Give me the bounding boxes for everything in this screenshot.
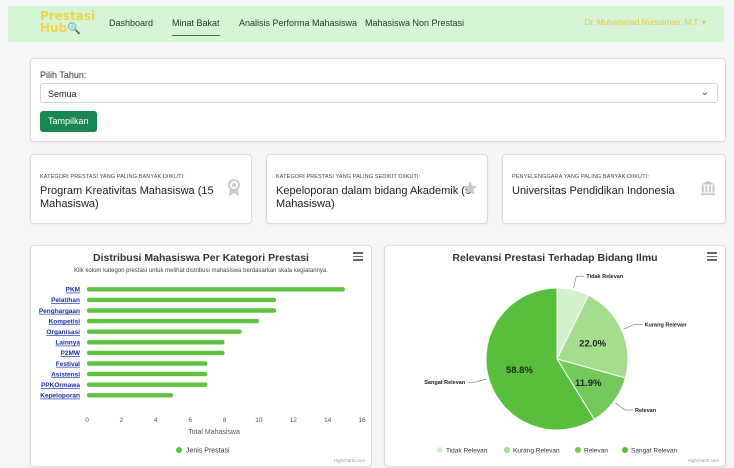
stat-caption: KATEGORI PRESTASI YANG PALING SEDIKIT DI… <box>276 174 421 180</box>
bar-organisasi[interactable] <box>87 329 242 334</box>
legend-marker <box>622 447 628 453</box>
bar-asistensi[interactable] <box>87 371 208 377</box>
bar-ppkormawa[interactable] <box>87 382 208 387</box>
legend-item-kurang-relevan[interactable]: Kurang Relevan <box>513 448 560 455</box>
x-tick-label: 10 <box>255 417 263 424</box>
category-link-p2mw[interactable]: P2MW <box>61 350 81 357</box>
user-name: Dr. Muhammad Nursalman, M.T. <box>584 18 700 27</box>
top-navbar: Prestasi Hub🔍 Dashboard Minat Bakat Anal… <box>8 6 724 42</box>
bar-kompetisi[interactable] <box>87 318 259 324</box>
pie-connector <box>615 402 633 411</box>
legend-marker <box>575 447 581 453</box>
pie-name-label-kurang-relevan: Kurang Relevan <box>645 322 688 328</box>
category-link-festival[interactable]: Festival <box>56 361 80 368</box>
stat-caption: PENYELENGGARA YANG PALING BANYAK DIIKUTI… <box>512 174 649 180</box>
user-menu[interactable]: Dr. Muhammad Nursalman, M.T. ▾ <box>585 18 706 27</box>
category-link-penghargaan[interactable]: Penghargaan <box>39 308 80 315</box>
stat-value: Kepeloporan dalam bidang Akademik (5 Mah… <box>276 185 472 210</box>
category-link-kepeloporan[interactable]: Kepeloporan <box>40 393 80 400</box>
stat-value: Universitas Pendidikan Indonesia <box>512 185 675 197</box>
legend-item-tidak-relevan[interactable]: Tidak Relevan <box>446 448 488 455</box>
pie-connector <box>573 275 585 288</box>
pie-connector <box>467 378 487 383</box>
legend-item-sangat-relevan[interactable]: Sangat Relevan <box>631 448 678 455</box>
logo-text-line2: Hub <box>40 21 68 35</box>
bar-pelatihan[interactable] <box>87 297 277 303</box>
category-link-kompetisi[interactable]: Kompetisi <box>49 318 81 325</box>
bar-penghargaan[interactable] <box>87 308 277 313</box>
x-tick-label: 0 <box>85 417 89 424</box>
x-tick-label: 8 <box>223 417 227 424</box>
legend-item-jenis-prestasi[interactable]: Jenis Prestasi <box>186 448 230 455</box>
app-logo[interactable]: Prestasi Hub🔍 <box>40 10 95 35</box>
bar-chart-svg: PKM Pelatihan Penghargaan Kompetisi Organisa… <box>39 287 366 455</box>
stat-card-top-organizer: PENYELENGGARA YANG PALING BANYAK DIIKUTI… <box>502 154 726 224</box>
x-tick-label: 16 <box>358 417 366 424</box>
tampilkan-button[interactable]: Tampilkan <box>40 111 97 132</box>
stat-card-most-category: KATEGORI PRESTASI YANG PALING BANYAK DII… <box>30 154 252 224</box>
bar-p2mw[interactable] <box>87 350 225 356</box>
legend-marker <box>437 447 443 453</box>
bar-pkm[interactable] <box>87 287 345 292</box>
bar-festival[interactable] <box>87 361 208 366</box>
pie-chart-card: Relevansi Prestasi Terhadap Bidang Ilmu … <box>384 245 726 467</box>
caret-down-icon: ▾ <box>701 18 706 27</box>
stat-card-least-category: KATEGORI PRESTASI YANG PALING SEDIKIT DI… <box>266 154 488 224</box>
pie-name-label-sangat-relevan: Sangat Relevan <box>424 380 466 386</box>
nav-analisis-performa[interactable]: Analisis Performa Mahasiswa <box>239 18 357 28</box>
legend-marker <box>504 447 510 453</box>
x-tick-label: 4 <box>154 417 158 424</box>
legend-marker <box>176 447 182 453</box>
bar-lainnya[interactable] <box>87 340 225 345</box>
category-link-organisasi[interactable]: Organisasi <box>46 329 80 336</box>
nav-dashboard[interactable]: Dashboard <box>109 18 153 28</box>
pie-name-label-tidak-relevan: Tidak Relevan <box>586 274 624 280</box>
star-icon <box>462 180 478 195</box>
category-link-lainnya[interactable]: Lainnya <box>55 340 80 347</box>
nav-mahasiswa-non-prestasi[interactable]: Mahasiswa Non Prestasi <box>365 18 464 28</box>
x-axis-label: Total Mahasiswa <box>188 429 240 436</box>
legend-item-relevan[interactable]: Relevan <box>584 448 608 455</box>
nav-minat-bakat[interactable]: Minat Bakat <box>172 18 220 36</box>
x-tick-label: 14 <box>324 417 332 424</box>
x-tick-label: 12 <box>290 417 298 424</box>
pie-percent-label: 22.0% <box>579 339 606 350</box>
year-filter-card: Pilih Tahun: Semua ⌄ Tampilkan <box>30 58 726 142</box>
bar-kepeloporan[interactable] <box>87 393 173 398</box>
pie-connector <box>623 323 643 330</box>
category-link-ppkormawa[interactable]: PPKOrmawa <box>41 382 80 389</box>
chevron-down-icon: ⌄ <box>700 87 709 98</box>
year-select-value: Semua <box>48 89 77 99</box>
pie-percent-label: 11.9% <box>575 378 602 389</box>
category-link-pelatihan[interactable]: Pelatihan <box>51 297 80 304</box>
pie-name-label-relevan: Relevan <box>635 408 657 414</box>
stat-value: Program Kreativitas Mahasiswa (15 Mahasi… <box>40 185 214 210</box>
pie-percent-label: 58.8% <box>506 365 533 376</box>
bar-chart-card: Distribusi Mahasiswa Per Kategori Presta… <box>30 245 372 467</box>
x-tick-label: 6 <box>188 417 192 424</box>
year-select[interactable]: Semua ⌄ <box>40 83 718 103</box>
pie-chart-svg: Tidak Relevan 22.0% Kurang Relevan 11.9% Rel… <box>424 274 688 455</box>
chart-credits[interactable]: Highcharts.com <box>334 458 365 463</box>
institution-icon <box>700 180 716 196</box>
award-icon <box>228 179 240 196</box>
stat-caption: KATEGORI PRESTASI YANG PALING BANYAK DII… <box>40 174 185 180</box>
category-link-asistensi[interactable]: Asistensi <box>51 371 80 378</box>
category-link-pkm[interactable]: PKM <box>66 287 80 294</box>
magnifier-icon: 🔍 <box>67 22 81 35</box>
year-filter-label: Pilih Tahun: <box>40 70 87 80</box>
x-tick-label: 2 <box>120 417 124 424</box>
chart-credits[interactable]: Highcharts.com <box>688 458 719 463</box>
